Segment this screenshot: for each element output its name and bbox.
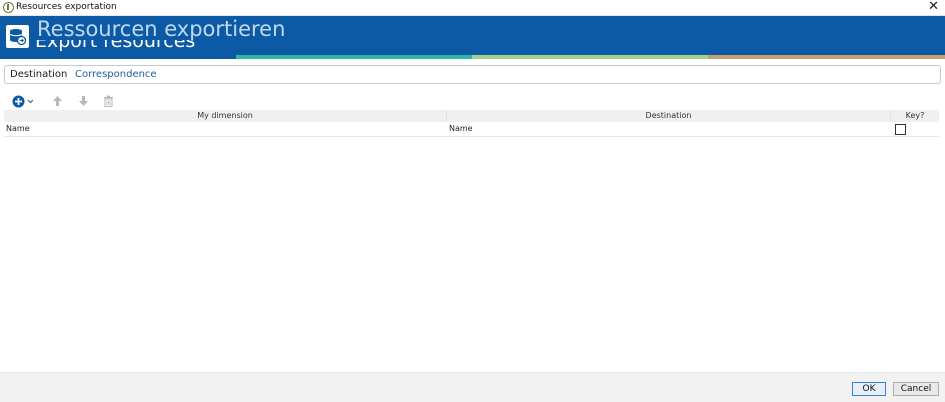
chevron-down-icon — [27, 99, 34, 103]
table-row[interactable]: Name Name — [4, 122, 939, 137]
cell-my-dimension[interactable]: Name — [6, 124, 30, 134]
database-export-icon — [6, 25, 29, 48]
window-title: Resources exportation — [16, 2, 117, 12]
banner-stripe — [708, 55, 945, 59]
tab-destination[interactable]: Destination — [10, 68, 67, 81]
move-up-button[interactable] — [52, 93, 63, 109]
header-banner: Export resources Ressourcen exportieren — [0, 16, 945, 55]
banner-stripe — [0, 55, 236, 59]
key-checkbox[interactable] — [895, 124, 906, 135]
banner-title: Ressourcen exportieren — [37, 17, 286, 41]
close-button[interactable]: ✕ — [928, 0, 939, 14]
column-header-destination[interactable]: Destination — [447, 111, 890, 121]
ok-button[interactable]: OK — [852, 382, 886, 396]
move-down-button[interactable] — [78, 93, 89, 109]
move-down-icon — [79, 96, 88, 106]
dialog-footer: OK Cancel — [0, 372, 945, 402]
column-header-my-dimension[interactable]: My dimension — [4, 111, 446, 121]
delete-icon — [104, 95, 113, 107]
cancel-button[interactable]: Cancel — [893, 382, 939, 396]
delete-button[interactable] — [103, 93, 114, 109]
banner-stripe — [236, 55, 472, 59]
column-header-key[interactable]: Key? — [891, 111, 939, 121]
window-titlebar: Resources exportation ✕ — [0, 0, 945, 16]
cell-destination[interactable]: Name — [449, 124, 473, 134]
add-icon — [12, 95, 25, 107]
tab-strip: Destination Correspondence — [4, 65, 941, 84]
app-icon — [3, 2, 14, 13]
tab-correspondence[interactable]: Correspondence — [75, 68, 157, 81]
add-button[interactable] — [12, 93, 34, 109]
banner-stripe — [472, 55, 708, 59]
move-up-icon — [53, 96, 62, 106]
grid-toolbar — [10, 93, 130, 109]
